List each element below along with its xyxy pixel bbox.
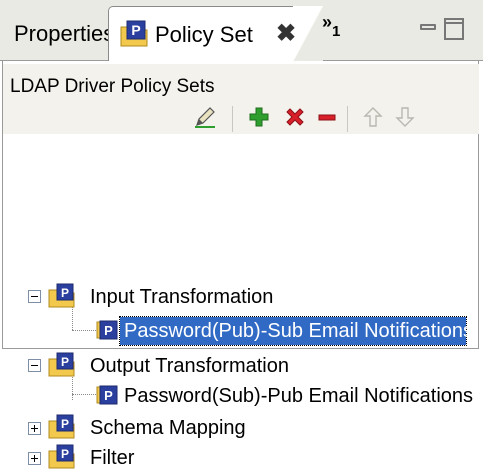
collapse-toggle[interactable] xyxy=(28,290,41,303)
tree-node-label-selected[interactable]: Password(Pub)-Sub Email Notifications xyxy=(124,317,473,345)
tree-connector xyxy=(72,330,96,332)
move-up-button[interactable] xyxy=(360,106,386,132)
tab-properties[interactable]: Properties xyxy=(14,14,114,54)
toolbar-separator xyxy=(232,106,233,132)
chevron-double-right-icon: » xyxy=(322,12,333,32)
remove-button[interactable] xyxy=(314,106,340,132)
policy-folder-icon: P xyxy=(48,414,78,445)
policy-icon: P xyxy=(96,319,118,346)
close-icon[interactable]: ✖ xyxy=(276,20,296,48)
tree-node-label[interactable]: Filter xyxy=(90,444,134,472)
svg-text:P: P xyxy=(104,323,113,338)
svg-text:P: P xyxy=(104,388,113,403)
maximize-icon[interactable] xyxy=(444,18,464,40)
panel-title: LDAP Driver Policy Sets xyxy=(10,76,215,97)
toolbar-separator xyxy=(347,106,348,132)
policy-folder-icon: P xyxy=(48,444,78,475)
collapse-toggle[interactable] xyxy=(28,359,41,372)
tree-node-label[interactable]: Input Transformation xyxy=(90,283,273,311)
overflow-count: 1 xyxy=(332,23,341,40)
tab-policy-set[interactable]: P Policy Set xyxy=(108,6,323,62)
tab-overflow-button[interactable]: »1 xyxy=(322,12,340,40)
policy-folder-icon: P xyxy=(48,352,78,383)
svg-text:P: P xyxy=(131,22,140,38)
tree-connector xyxy=(72,394,96,396)
move-down-button[interactable] xyxy=(392,106,418,132)
minimize-icon[interactable] xyxy=(420,24,436,30)
policy-folder-icon: P xyxy=(48,283,78,314)
move-down-icon xyxy=(395,106,415,133)
add-plus-icon xyxy=(249,107,269,132)
add-button[interactable] xyxy=(246,106,272,132)
tree-node-label[interactable]: Password(Sub)-Pub Email Notifications xyxy=(124,382,473,410)
svg-text:P: P xyxy=(61,286,69,300)
move-up-icon xyxy=(363,106,383,133)
tab-policy-set-label: Policy Set xyxy=(155,22,253,47)
tree-node-label[interactable]: Schema Mapping xyxy=(90,414,246,442)
edit-button[interactable] xyxy=(192,106,218,132)
remove-minus-icon xyxy=(317,107,337,132)
pencil-edit-icon xyxy=(193,105,217,134)
policy-icon: P xyxy=(96,384,118,411)
tree-node-label[interactable]: Output Transformation xyxy=(90,352,289,380)
expand-toggle[interactable] xyxy=(28,452,41,465)
svg-text:P: P xyxy=(61,417,69,431)
svg-text:P: P xyxy=(61,447,69,461)
expand-toggle[interactable] xyxy=(28,422,41,435)
policy-set-view: Properties P Policy Set ✖ »1 LDAP Driver… xyxy=(0,0,483,469)
delete-button[interactable] xyxy=(282,106,308,132)
delete-x-icon xyxy=(284,106,306,133)
svg-text:P: P xyxy=(61,355,69,369)
policy-set-icon: P xyxy=(119,19,151,54)
